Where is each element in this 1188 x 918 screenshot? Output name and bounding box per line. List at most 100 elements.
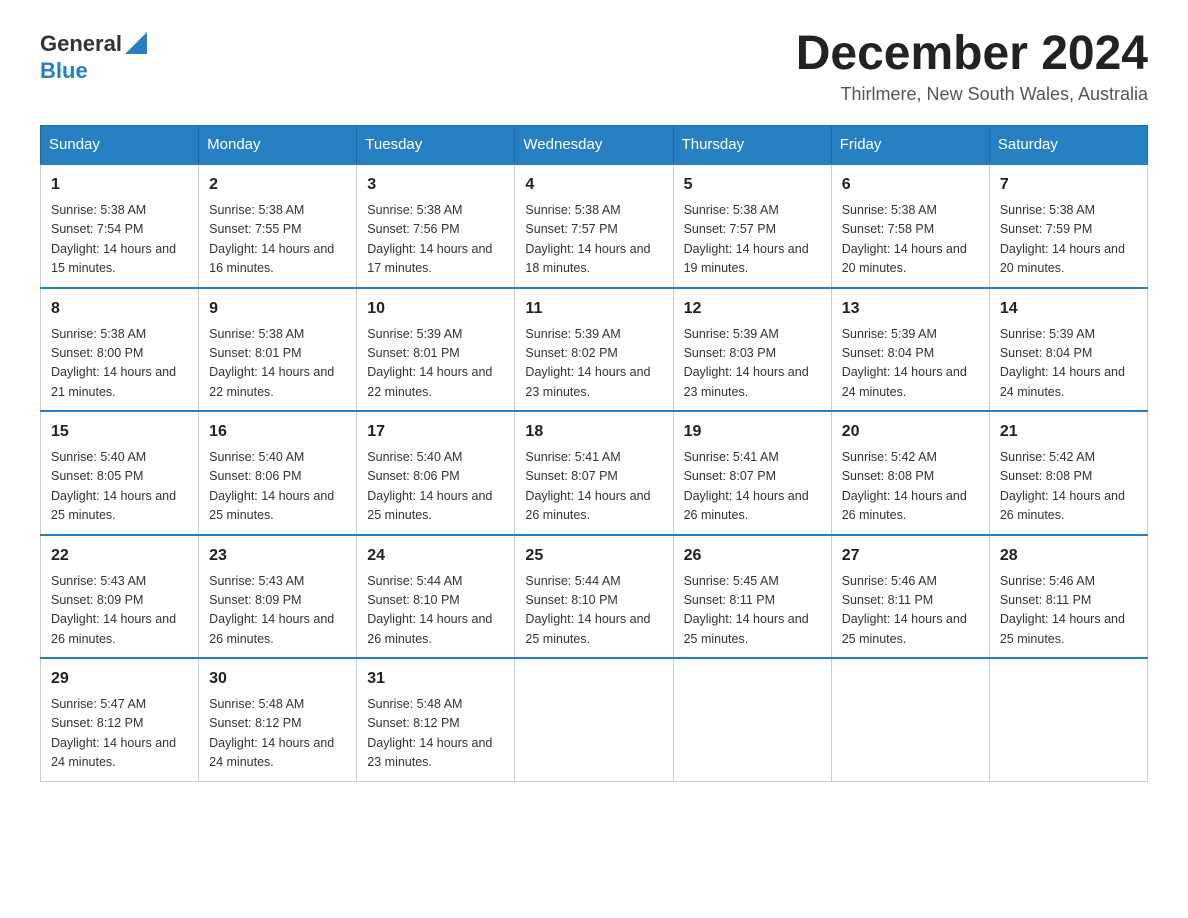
logo-text2: Blue bbox=[40, 59, 147, 83]
calendar-day-20: 20 Sunrise: 5:42 AMSunset: 8:08 PMDayligh… bbox=[831, 411, 989, 535]
day-info: Sunrise: 5:39 AMSunset: 8:02 PMDaylight:… bbox=[525, 325, 662, 403]
day-info: Sunrise: 5:44 AMSunset: 8:10 PMDaylight:… bbox=[525, 572, 662, 650]
day-info: Sunrise: 5:38 AMSunset: 8:01 PMDaylight:… bbox=[209, 325, 346, 403]
day-info: Sunrise: 5:38 AMSunset: 7:59 PMDaylight:… bbox=[1000, 201, 1137, 279]
calendar-day-22: 22 Sunrise: 5:43 AMSunset: 8:09 PMDayligh… bbox=[41, 535, 199, 659]
day-header-friday: Friday bbox=[831, 126, 989, 165]
calendar-day-4: 4 Sunrise: 5:38 AMSunset: 7:57 PMDaylight… bbox=[515, 164, 673, 288]
day-number: 31 bbox=[367, 667, 504, 691]
logo-icon bbox=[125, 32, 147, 54]
day-number: 29 bbox=[51, 667, 188, 691]
day-number: 23 bbox=[209, 544, 346, 568]
day-info: Sunrise: 5:43 AMSunset: 8:09 PMDaylight:… bbox=[51, 572, 188, 650]
calendar-day-27: 27Sunrise: 5:46 AMSunset: 8:11 PMDayligh… bbox=[831, 535, 989, 659]
calendar-day-15: 15 Sunrise: 5:40 AMSunset: 8:05 PMDayligh… bbox=[41, 411, 199, 535]
calendar-day-11: 11 Sunrise: 5:39 AMSunset: 8:02 PMDayligh… bbox=[515, 288, 673, 412]
day-number: 2 bbox=[209, 173, 346, 197]
calendar-header-row: SundayMondayTuesdayWednesdayThursdayFrid… bbox=[41, 126, 1148, 165]
calendar-week-row: 29 Sunrise: 5:47 AMSunset: 8:12 PMDayligh… bbox=[41, 658, 1148, 781]
day-number: 6 bbox=[842, 173, 979, 197]
day-info: Sunrise: 5:45 AMSunset: 8:11 PMDaylight:… bbox=[684, 572, 821, 650]
day-number: 25 bbox=[525, 544, 662, 568]
calendar-day-30: 30 Sunrise: 5:48 AMSunset: 8:12 PMDayligh… bbox=[199, 658, 357, 781]
calendar-empty-cell bbox=[673, 658, 831, 781]
calendar-empty-cell bbox=[515, 658, 673, 781]
day-number: 19 bbox=[684, 420, 821, 444]
month-title: December 2024 bbox=[796, 30, 1148, 78]
calendar-day-6: 6 Sunrise: 5:38 AMSunset: 7:58 PMDaylight… bbox=[831, 164, 989, 288]
day-header-sunday: Sunday bbox=[41, 126, 199, 165]
day-info: Sunrise: 5:38 AMSunset: 8:00 PMDaylight:… bbox=[51, 325, 188, 403]
day-info: Sunrise: 5:38 AMSunset: 7:58 PMDaylight:… bbox=[842, 201, 979, 279]
day-info: Sunrise: 5:41 AMSunset: 8:07 PMDaylight:… bbox=[684, 448, 821, 526]
day-number: 9 bbox=[209, 297, 346, 321]
day-info: Sunrise: 5:42 AMSunset: 8:08 PMDaylight:… bbox=[842, 448, 979, 526]
calendar-table: SundayMondayTuesdayWednesdayThursdayFrid… bbox=[40, 125, 1148, 782]
calendar-day-7: 7Sunrise: 5:38 AMSunset: 7:59 PMDaylight… bbox=[989, 164, 1147, 288]
logo: General Blue bbox=[40, 30, 147, 83]
day-number: 15 bbox=[51, 420, 188, 444]
day-info: Sunrise: 5:39 AMSunset: 8:04 PMDaylight:… bbox=[842, 325, 979, 403]
day-info: Sunrise: 5:47 AMSunset: 8:12 PMDaylight:… bbox=[51, 695, 188, 773]
calendar-day-17: 17Sunrise: 5:40 AMSunset: 8:06 PMDayligh… bbox=[357, 411, 515, 535]
day-number: 27 bbox=[842, 544, 979, 568]
day-number: 20 bbox=[842, 420, 979, 444]
day-info: Sunrise: 5:38 AMSunset: 7:55 PMDaylight:… bbox=[209, 201, 346, 279]
day-header-saturday: Saturday bbox=[989, 126, 1147, 165]
day-info: Sunrise: 5:42 AMSunset: 8:08 PMDaylight:… bbox=[1000, 448, 1137, 526]
day-info: Sunrise: 5:40 AMSunset: 8:05 PMDaylight:… bbox=[51, 448, 188, 526]
title-section: December 2024 Thirlmere, New South Wales… bbox=[796, 30, 1148, 105]
day-info: Sunrise: 5:38 AMSunset: 7:57 PMDaylight:… bbox=[525, 201, 662, 279]
day-header-thursday: Thursday bbox=[673, 126, 831, 165]
calendar-empty-cell bbox=[831, 658, 989, 781]
day-header-tuesday: Tuesday bbox=[357, 126, 515, 165]
location-subtitle: Thirlmere, New South Wales, Australia bbox=[796, 84, 1148, 105]
day-info: Sunrise: 5:48 AMSunset: 8:12 PMDaylight:… bbox=[209, 695, 346, 773]
calendar-day-2: 2 Sunrise: 5:38 AMSunset: 7:55 PMDaylight… bbox=[199, 164, 357, 288]
calendar-day-13: 13 Sunrise: 5:39 AMSunset: 8:04 PMDayligh… bbox=[831, 288, 989, 412]
calendar-day-18: 18Sunrise: 5:41 AMSunset: 8:07 PMDayligh… bbox=[515, 411, 673, 535]
calendar-day-9: 9 Sunrise: 5:38 AMSunset: 8:01 PMDaylight… bbox=[199, 288, 357, 412]
calendar-day-23: 23 Sunrise: 5:43 AMSunset: 8:09 PMDayligh… bbox=[199, 535, 357, 659]
day-info: Sunrise: 5:41 AMSunset: 8:07 PMDaylight:… bbox=[525, 448, 662, 526]
calendar-day-3: 3Sunrise: 5:38 AMSunset: 7:56 PMDaylight… bbox=[357, 164, 515, 288]
day-info: Sunrise: 5:38 AMSunset: 7:57 PMDaylight:… bbox=[684, 201, 821, 279]
day-info: Sunrise: 5:40 AMSunset: 8:06 PMDaylight:… bbox=[209, 448, 346, 526]
day-info: Sunrise: 5:48 AMSunset: 8:12 PMDaylight:… bbox=[367, 695, 504, 773]
calendar-week-row: 8Sunrise: 5:38 AMSunset: 8:00 PMDaylight… bbox=[41, 288, 1148, 412]
calendar-day-10: 10 Sunrise: 5:39 AMSunset: 8:01 PMDayligh… bbox=[357, 288, 515, 412]
calendar-day-28: 28 Sunrise: 5:46 AMSunset: 8:11 PMDayligh… bbox=[989, 535, 1147, 659]
calendar-day-19: 19 Sunrise: 5:41 AMSunset: 8:07 PMDayligh… bbox=[673, 411, 831, 535]
day-number: 30 bbox=[209, 667, 346, 691]
day-number: 24 bbox=[367, 544, 504, 568]
day-info: Sunrise: 5:43 AMSunset: 8:09 PMDaylight:… bbox=[209, 572, 346, 650]
day-info: Sunrise: 5:46 AMSunset: 8:11 PMDaylight:… bbox=[1000, 572, 1137, 650]
day-number: 5 bbox=[684, 173, 821, 197]
calendar-day-8: 8Sunrise: 5:38 AMSunset: 8:00 PMDaylight… bbox=[41, 288, 199, 412]
calendar-day-25: 25 Sunrise: 5:44 AMSunset: 8:10 PMDayligh… bbox=[515, 535, 673, 659]
day-number: 1 bbox=[51, 173, 188, 197]
calendar-week-row: 15 Sunrise: 5:40 AMSunset: 8:05 PMDayligh… bbox=[41, 411, 1148, 535]
day-info: Sunrise: 5:38 AMSunset: 7:54 PMDaylight:… bbox=[51, 201, 188, 279]
calendar-empty-cell bbox=[989, 658, 1147, 781]
day-number: 11 bbox=[525, 297, 662, 321]
day-info: Sunrise: 5:38 AMSunset: 7:56 PMDaylight:… bbox=[367, 201, 504, 279]
day-number: 16 bbox=[209, 420, 346, 444]
day-header-wednesday: Wednesday bbox=[515, 126, 673, 165]
calendar-day-16: 16 Sunrise: 5:40 AMSunset: 8:06 PMDayligh… bbox=[199, 411, 357, 535]
day-number: 13 bbox=[842, 297, 979, 321]
day-info: Sunrise: 5:39 AMSunset: 8:01 PMDaylight:… bbox=[367, 325, 504, 403]
day-info: Sunrise: 5:39 AMSunset: 8:03 PMDaylight:… bbox=[684, 325, 821, 403]
day-number: 4 bbox=[525, 173, 662, 197]
calendar-day-29: 29 Sunrise: 5:47 AMSunset: 8:12 PMDayligh… bbox=[41, 658, 199, 781]
day-number: 28 bbox=[1000, 544, 1137, 568]
day-number: 22 bbox=[51, 544, 188, 568]
calendar-day-31: 31 Sunrise: 5:48 AMSunset: 8:12 PMDayligh… bbox=[357, 658, 515, 781]
day-number: 26 bbox=[684, 544, 821, 568]
day-number: 14 bbox=[1000, 297, 1137, 321]
day-number: 21 bbox=[1000, 420, 1137, 444]
day-number: 10 bbox=[367, 297, 504, 321]
calendar-day-1: 1 Sunrise: 5:38 AMSunset: 7:54 PMDaylight… bbox=[41, 164, 199, 288]
calendar-week-row: 22 Sunrise: 5:43 AMSunset: 8:09 PMDayligh… bbox=[41, 535, 1148, 659]
calendar-day-21: 21 Sunrise: 5:42 AMSunset: 8:08 PMDayligh… bbox=[989, 411, 1147, 535]
